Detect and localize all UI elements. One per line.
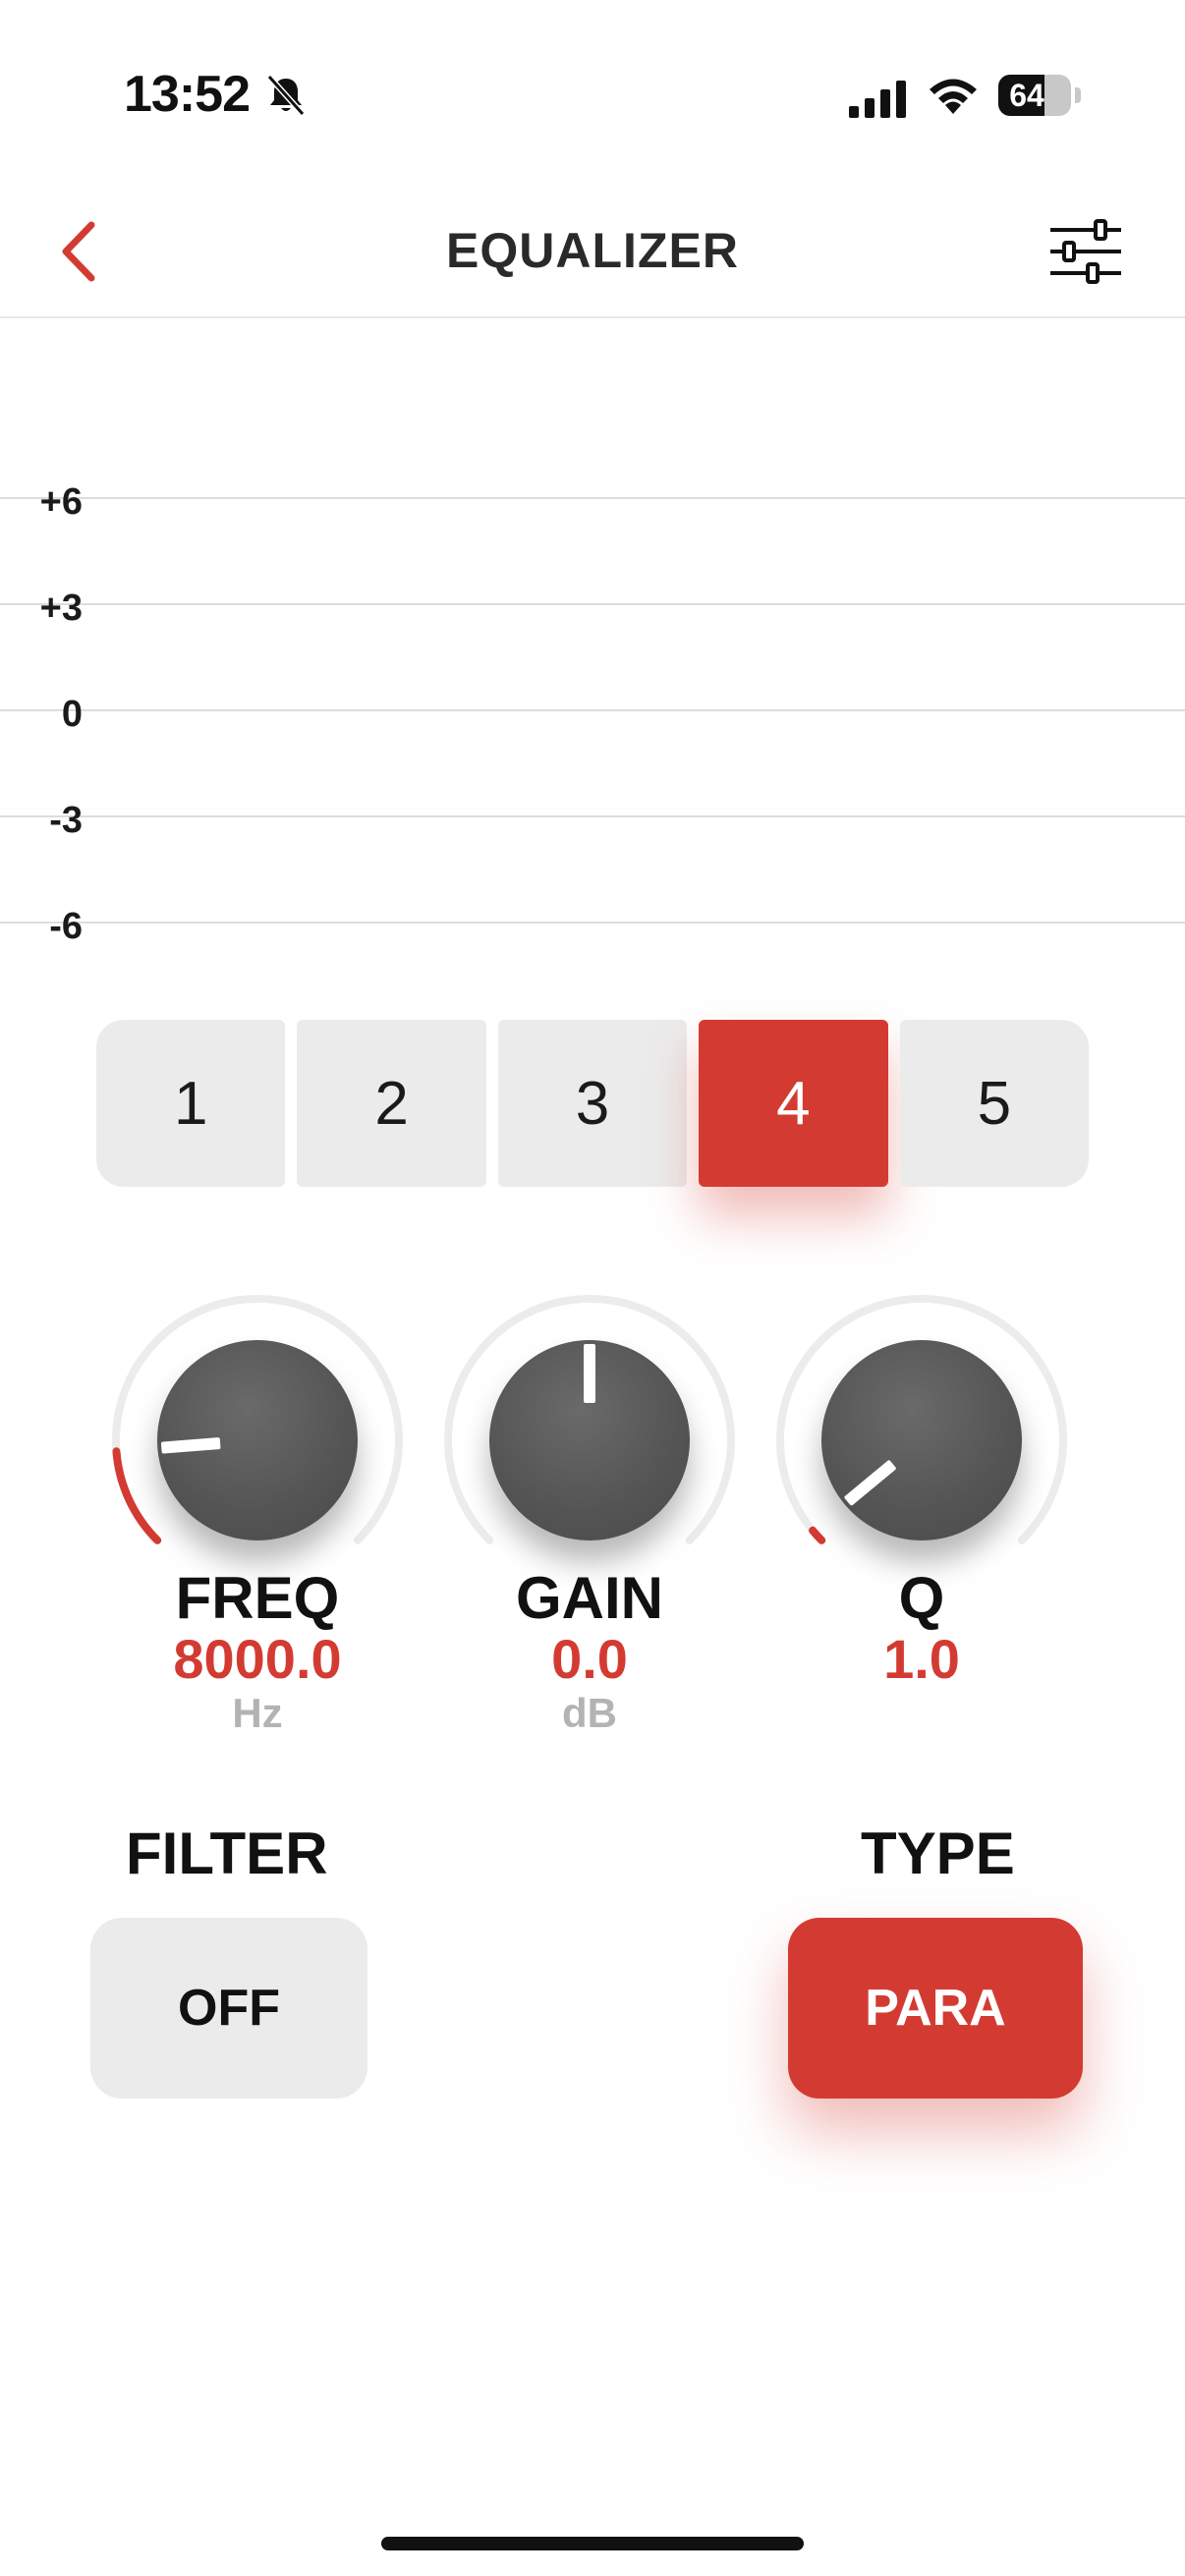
filter-toggle-button[interactable]: OFF bbox=[90, 1918, 367, 2099]
battery-nub bbox=[1075, 87, 1081, 103]
freq-label: FREQ bbox=[175, 1565, 340, 1631]
settings-button[interactable] bbox=[1042, 212, 1130, 291]
band-button-3[interactable]: 3 bbox=[497, 1020, 688, 1187]
wifi-icon bbox=[930, 79, 977, 114]
freq-knob-group: FREQ 8000.0 Hz bbox=[110, 1293, 405, 1745]
freq-knob-pointer bbox=[160, 1437, 221, 1454]
grid-label: -3 bbox=[49, 800, 83, 841]
band-button-2[interactable]: 2 bbox=[297, 1020, 486, 1187]
q-knob[interactable] bbox=[821, 1340, 1022, 1540]
battery-body: 64 bbox=[998, 75, 1071, 116]
grid-line bbox=[0, 709, 1185, 711]
battery-icon: 64 bbox=[998, 75, 1081, 116]
status-time: 13:52 bbox=[124, 66, 251, 123]
freq-value: 8000.0 bbox=[173, 1628, 342, 1690]
gain-unit: dB bbox=[562, 1690, 617, 1736]
grid-label: 0 bbox=[61, 694, 83, 735]
sliders-icon bbox=[1050, 219, 1121, 284]
grid-label: +6 bbox=[39, 481, 83, 523]
status-bar: 13:52 64 bbox=[0, 0, 1185, 187]
q-knob-pointer bbox=[843, 1459, 897, 1507]
grid-line bbox=[0, 603, 1185, 605]
band-selector: 1 2 3 4 5 bbox=[96, 1020, 1090, 1187]
bell-slash-icon bbox=[266, 74, 306, 117]
freq-unit: Hz bbox=[232, 1690, 283, 1736]
gain-label: GAIN bbox=[516, 1565, 663, 1631]
home-indicator[interactable] bbox=[381, 2537, 804, 2550]
grid-line bbox=[0, 815, 1185, 817]
gain-value: 0.0 bbox=[551, 1628, 628, 1690]
filter-label: FILTER bbox=[126, 1820, 328, 1886]
band-button-5[interactable]: 5 bbox=[899, 1020, 1090, 1187]
page-title: EQUALIZER bbox=[446, 223, 739, 278]
nav-bar: EQUALIZER bbox=[0, 187, 1185, 318]
grid-line bbox=[0, 497, 1185, 499]
freq-knob[interactable] bbox=[157, 1340, 358, 1540]
cellular-signal-icon bbox=[849, 81, 906, 118]
grid-label: -6 bbox=[49, 906, 83, 947]
band-button-1[interactable]: 1 bbox=[96, 1020, 286, 1187]
gain-knob-group: GAIN 0.0 dB bbox=[442, 1293, 737, 1745]
q-label: Q bbox=[898, 1565, 945, 1631]
q-knob-group: Q 1.0 bbox=[774, 1293, 1069, 1745]
band-button-4[interactable]: 4 bbox=[699, 1020, 888, 1187]
gain-knob-pointer bbox=[584, 1344, 595, 1403]
grid-line bbox=[0, 922, 1185, 924]
gain-knob[interactable] bbox=[489, 1340, 690, 1540]
eq-graph[interactable]: +6 +3 0 -3 -6 bbox=[0, 318, 1185, 967]
q-value: 1.0 bbox=[883, 1628, 960, 1690]
filter-type-button[interactable]: PARA bbox=[788, 1918, 1083, 2099]
battery-level: 64 bbox=[1009, 78, 1044, 113]
type-label: TYPE bbox=[861, 1820, 1015, 1886]
grid-label: +3 bbox=[39, 588, 83, 629]
